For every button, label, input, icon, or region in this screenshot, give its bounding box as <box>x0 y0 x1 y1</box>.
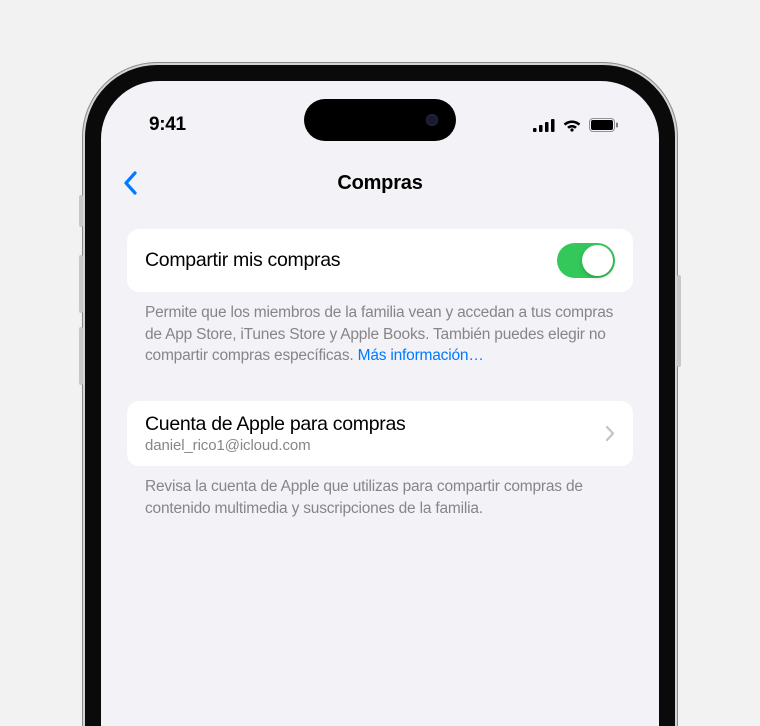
power-button <box>677 275 681 367</box>
volume-down-button <box>79 327 83 385</box>
share-purchases-toggle[interactable] <box>557 243 615 278</box>
status-time: 9:41 <box>149 114 186 136</box>
phone-screen: 9:41 <box>101 81 659 726</box>
share-purchases-label: Compartir mis compras <box>145 249 340 272</box>
share-purchases-row[interactable]: Compartir mis compras <box>127 229 633 292</box>
apple-account-footer: Revisa la cuenta de Apple que utilizas p… <box>127 466 633 519</box>
apple-account-row[interactable]: Cuenta de Apple para compras daniel_rico… <box>127 401 633 466</box>
wifi-icon <box>562 118 582 132</box>
cellular-signal-icon <box>533 119 555 132</box>
apple-account-email: daniel_rico1@icloud.com <box>145 437 405 454</box>
back-button[interactable] <box>123 171 138 195</box>
battery-icon <box>589 118 619 132</box>
apple-account-text: Cuenta de Apple para compras daniel_rico… <box>145 413 405 454</box>
apple-account-title: Cuenta de Apple para compras <box>145 413 405 436</box>
chevron-left-icon <box>123 171 138 195</box>
settings-content: Compartir mis compras Permite que los mi… <box>101 207 659 519</box>
silence-switch <box>79 195 83 227</box>
navigation-bar: Compras <box>101 159 659 207</box>
chevron-right-icon <box>605 425 615 442</box>
volume-up-button <box>79 255 83 313</box>
dynamic-island <box>304 99 456 141</box>
toggle-knob <box>582 245 613 276</box>
share-purchases-footer: Permite que los miembros de la familia v… <box>127 292 633 367</box>
front-camera <box>426 114 438 126</box>
learn-more-link[interactable]: Más información… <box>358 347 484 364</box>
page-title: Compras <box>337 172 422 195</box>
status-icons <box>533 118 619 132</box>
phone-device-frame: 9:41 <box>85 65 675 726</box>
